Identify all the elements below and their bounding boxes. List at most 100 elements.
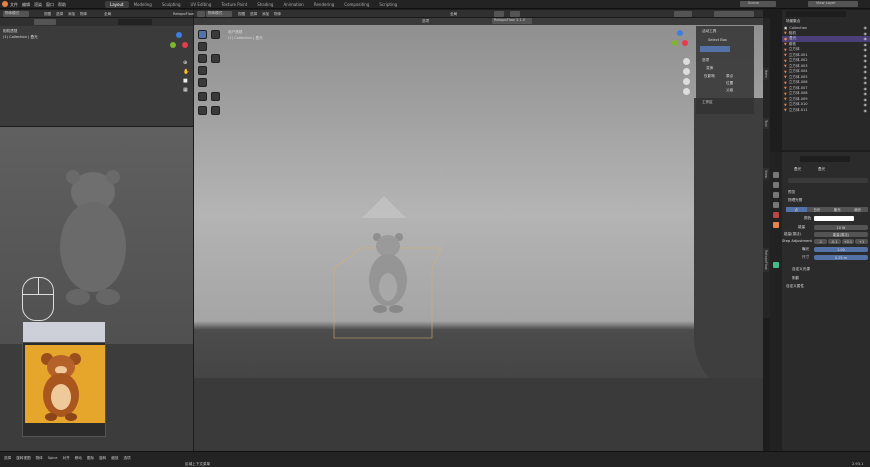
left-mode-selector[interactable]: 物体模式 <box>3 11 29 17</box>
main-menu-view[interactable]: 视图 <box>238 12 245 17</box>
cursor-tool-icon[interactable] <box>198 42 207 51</box>
tab-modeling[interactable]: Modeling <box>129 1 157 8</box>
tool-props-icon[interactable] <box>773 172 779 178</box>
step-plus1-button[interactable]: +1 <box>855 239 868 244</box>
snap-toggle[interactable] <box>494 11 504 17</box>
menu-file[interactable]: 文件 <box>10 2 18 8</box>
eye-icon[interactable]: ◉ <box>864 42 868 47</box>
left-camera-preview[interactable] <box>0 127 193 344</box>
main-transform-orient[interactable]: 全局 <box>450 12 457 17</box>
eye-icon[interactable]: ◉ <box>864 86 868 91</box>
location-checkbox[interactable]: 位置 <box>726 81 733 86</box>
main-camera-icon[interactable] <box>683 78 690 85</box>
eye-icon[interactable]: ◉ <box>864 64 868 69</box>
eye-icon[interactable]: ◉ <box>864 25 868 30</box>
scene-collection-label[interactable]: 场景集合 <box>786 19 800 24</box>
light-type-spot[interactable]: 聚光 <box>827 207 848 212</box>
tab-tool[interactable]: Tool <box>763 118 769 129</box>
tab-compositing[interactable]: Compositing <box>339 1 374 8</box>
exposure-field[interactable]: 1.00 <box>814 247 868 252</box>
origin-checkbox[interactable]: 原点 <box>726 74 733 79</box>
bear-model[interactable] <box>366 232 412 314</box>
preview-section[interactable]: 预览 <box>788 190 795 195</box>
left-camera-viewport[interactable]: 相机透视 (1) Collection | 叠光 ⊕ ✋ ■ ▦ <box>0 26 193 126</box>
tab-shading[interactable]: Shading <box>252 1 278 8</box>
power-ratio-field[interactable]: 能量(乘法) <box>814 232 868 237</box>
left-search-field[interactable] <box>118 19 152 25</box>
light-type-point[interactable]: 点 <box>786 207 807 212</box>
eye-icon[interactable]: ◉ <box>864 75 868 80</box>
select-box-tool-icon[interactable] <box>198 30 207 39</box>
light-data-field[interactable] <box>788 178 868 183</box>
tab-sculpting[interactable]: Sculpting <box>157 1 186 8</box>
scale-tool-icon[interactable] <box>211 54 220 63</box>
main-3d-viewport[interactable]: RetopoFlow 3.1.0 选项 用户透视 (1) Collection … <box>194 18 763 451</box>
left-camera-icon[interactable]: ■ <box>183 78 188 84</box>
render-props-icon[interactable] <box>773 182 779 188</box>
light-type-area[interactable]: 面光 <box>847 207 868 212</box>
size-field[interactable]: 0.25 m <box>814 255 868 260</box>
scene-selector[interactable]: Scene <box>740 1 776 7</box>
tab-layout[interactable]: Layout <box>105 1 129 8</box>
light-type-sun[interactable]: 日光 <box>806 207 827 212</box>
light-section[interactable]: 物理光照 <box>788 198 802 203</box>
custom-props-section[interactable]: 自定义属性 <box>786 284 804 289</box>
step-minus1-button[interactable]: -1 <box>814 239 827 244</box>
eye-icon[interactable]: ◉ <box>864 36 868 41</box>
tab-view[interactable]: View <box>763 168 769 181</box>
view-layer-selector[interactable]: View Layer <box>808 1 858 7</box>
eye-icon[interactable]: ◉ <box>864 69 868 74</box>
step-minus01-button[interactable]: -0.1 <box>827 239 841 244</box>
tab-retopoflow[interactable]: RetopoFlow <box>763 248 769 272</box>
main-menu-select[interactable]: 选择 <box>250 12 257 17</box>
eye-icon[interactable]: ◉ <box>864 97 868 102</box>
eye-icon[interactable]: ◉ <box>864 108 868 113</box>
eye-icon[interactable]: ◉ <box>864 53 868 58</box>
reference-image-frame[interactable] <box>23 322 105 342</box>
add-cube-tool-icon[interactable] <box>198 106 207 115</box>
annotate-tool-icon[interactable] <box>198 92 207 101</box>
menu-edit[interactable]: 编辑 <box>22 2 30 8</box>
left-hand-icon[interactable]: ✋ <box>183 69 189 75</box>
left-gizmo-y-icon[interactable] <box>170 42 176 48</box>
editor-type-icon[interactable] <box>197 11 205 17</box>
left-menu-add[interactable]: 添加 <box>68 12 75 17</box>
options-heading[interactable]: 选项 <box>702 58 709 63</box>
proportional-toggle[interactable] <box>510 11 520 17</box>
object-props-icon[interactable] <box>773 222 779 228</box>
eye-icon[interactable]: ◉ <box>864 31 868 36</box>
transform-tool-icon[interactable] <box>198 78 207 87</box>
eye-icon[interactable]: ◉ <box>864 47 868 52</box>
measure-tool-icon[interactable] <box>211 92 220 101</box>
left-menu-select[interactable]: 选择 <box>56 12 63 17</box>
scene-props-icon[interactable] <box>773 202 779 208</box>
eye-icon[interactable]: ◉ <box>864 80 868 85</box>
output-props-icon[interactable] <box>773 192 779 198</box>
main-gizmo-x-icon[interactable] <box>682 40 688 46</box>
shading-mode-buttons[interactable] <box>714 11 754 17</box>
menu-render[interactable]: 渲染 <box>34 2 42 8</box>
step-plus01-button[interactable]: +0.1 <box>841 239 855 244</box>
properties-search-field[interactable] <box>800 156 850 162</box>
tab-item[interactable]: Item <box>763 68 769 80</box>
left-gizmo-z-icon[interactable] <box>176 32 182 38</box>
select-mode-buttons[interactable] <box>700 46 730 52</box>
tab-uv-editing[interactable]: UV Editing <box>186 1 217 8</box>
left-transform-orient[interactable]: 全局 <box>104 12 111 17</box>
menu-help[interactable]: 帮助 <box>58 2 66 8</box>
tab-scripting[interactable]: Scripting <box>374 1 402 8</box>
power-field[interactable]: 10 W <box>814 225 868 230</box>
color-swatch[interactable] <box>814 216 854 221</box>
main-menu-add[interactable]: 添加 <box>262 12 269 17</box>
left-gizmo-x-icon[interactable] <box>182 42 188 48</box>
light-data-props-icon[interactable] <box>773 262 779 268</box>
tab-rendering[interactable]: Rendering <box>309 1 339 8</box>
workspace-heading[interactable]: 工作区 <box>702 100 713 105</box>
extra-tool-icon[interactable] <box>211 106 220 115</box>
active-tool-heading[interactable]: 活动工具 <box>702 29 716 34</box>
shadow-checkbox[interactable]: 阴影 <box>792 276 799 281</box>
tab-animation[interactable]: Animation <box>278 1 308 8</box>
select-tool-icon[interactable] <box>211 30 220 39</box>
main-grid-icon[interactable] <box>683 88 690 95</box>
overlay-toggle[interactable] <box>674 11 692 17</box>
